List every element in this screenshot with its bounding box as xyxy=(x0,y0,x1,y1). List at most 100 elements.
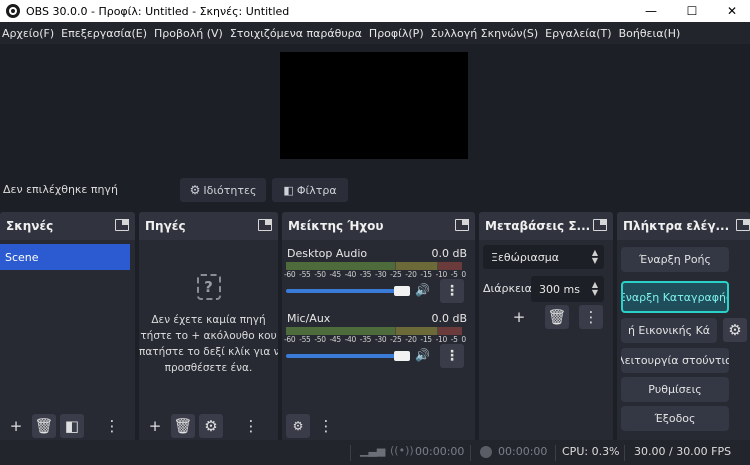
scene-menu-button[interactable]: ⋮ xyxy=(100,414,124,438)
empty-line-2: τήστε το + ακόλουθο κου xyxy=(140,330,277,342)
transition-menu-button[interactable]: ⋮ xyxy=(579,305,603,329)
tick: -10 xyxy=(435,270,448,279)
mixer-menu-button[interactable]: ⋮ xyxy=(314,414,338,438)
menu-view[interactable]: Προβολή (V) xyxy=(152,27,228,40)
transition-type: Ξεθώριασμα xyxy=(491,250,560,264)
menu-bar: Αρχείο(F) Επεξεργασία(E) Προβολή (V) Στο… xyxy=(0,22,750,44)
obs-logo-icon xyxy=(6,4,20,18)
volume-slider[interactable] xyxy=(286,354,406,358)
preview-canvas[interactable] xyxy=(280,52,468,159)
maximize-button[interactable]: ☐ xyxy=(672,0,712,22)
trash-icon: 🗑 xyxy=(173,417,193,435)
gear-icon: ⚙ xyxy=(728,321,742,339)
gear-icon: ⚙ xyxy=(189,183,201,197)
start-streaming-button[interactable]: Έναρξη Ροής xyxy=(621,247,729,272)
tick: -55 xyxy=(299,270,311,279)
properties-button[interactable]: ⚙ Ιδιότητες xyxy=(180,178,266,202)
empty-line-4: προσθέσετε ένα. xyxy=(164,362,253,374)
minimize-button[interactable]: — xyxy=(631,0,671,22)
menu-docks[interactable]: Στοιχιζόμενα παράθυρα xyxy=(228,27,367,40)
window-title: OBS 30.0.0 - Προφίλ: Untitled - Σκηνές: … xyxy=(26,4,290,18)
start-recording-button[interactable]: Έναρξη Καταγραφής xyxy=(621,281,729,313)
studio-mode-button[interactable]: λειτουργία στούντιο xyxy=(621,348,729,373)
separator xyxy=(555,445,556,461)
exit-button[interactable]: Έξοδος xyxy=(621,406,729,431)
separator xyxy=(350,445,351,461)
channel-db: 0.0 dB xyxy=(431,247,467,260)
tick: -5 xyxy=(450,270,458,279)
advanced-audio-button[interactable]: ⚙ xyxy=(286,414,310,438)
tick: -5 xyxy=(450,335,458,344)
channel-db: 0.0 dB xyxy=(431,312,467,325)
filters-label: Φίλτρα xyxy=(296,183,337,197)
volume-slider-handle[interactable] xyxy=(394,351,410,361)
audio-mixer-dock: Μείκτης Ήχου Desktop Audio 0.0 dB -60 -55… xyxy=(282,212,475,442)
menu-tools[interactable]: Εργαλεία(T) xyxy=(543,27,616,40)
scenes-toolbar: + 🗑 ◧ ⋮ xyxy=(0,410,135,442)
channel-name: Mic/Aux xyxy=(287,312,331,325)
remove-scene-button[interactable]: 🗑 xyxy=(32,414,56,438)
gear-icon: ⚙ xyxy=(204,417,218,435)
tick: -45 xyxy=(329,335,341,344)
tick: -50 xyxy=(314,335,326,344)
undock-icon[interactable] xyxy=(736,219,750,231)
sources-toolbar: + 🗑 ⚙ ⋮ xyxy=(139,410,278,442)
speaker-icon[interactable]: 🔊 xyxy=(415,348,430,362)
speaker-icon[interactable]: 🔊 xyxy=(415,283,430,297)
tick: -30 xyxy=(374,335,387,344)
tick: -50 xyxy=(314,270,326,279)
volume-slider-handle[interactable] xyxy=(394,286,410,296)
tick: -60 xyxy=(284,270,296,279)
filter-icon: ◧ xyxy=(64,417,80,435)
volume-slider[interactable] xyxy=(286,289,406,293)
tick: -35 xyxy=(359,270,372,279)
tick: 0 xyxy=(461,270,466,279)
transitions-dock: Μεταβάσεις Σ... Ξεθώριασμα ▲ ▼ Διάρκεια 3… xyxy=(479,212,613,442)
status-bar: ▁▃▅ ((•)) 00:00:00 00:00:00 CPU: 0.3% 30… xyxy=(0,440,750,465)
channel-menu-button[interactable]: ⋮ xyxy=(440,344,464,368)
filters-button[interactable]: ◧ Φίλτρα xyxy=(272,178,348,202)
add-scene-button[interactable]: + xyxy=(4,414,28,438)
start-virtual-camera-button[interactable]: ή Εικονικής Κά xyxy=(621,318,717,343)
menu-edit[interactable]: Επεξεργασία(E) xyxy=(59,27,152,40)
filter-icon: ◧ xyxy=(283,183,294,197)
menu-profile[interactable]: Προφίλ(P) xyxy=(367,27,429,40)
undock-icon[interactable] xyxy=(115,219,129,231)
tick: -20 xyxy=(405,270,417,279)
scene-filters-button[interactable]: ◧ xyxy=(60,414,84,438)
undock-icon[interactable] xyxy=(593,219,607,231)
add-source-button[interactable]: + xyxy=(143,414,167,438)
source-menu-button[interactable]: ⋮ xyxy=(239,414,263,438)
no-source-label: Δεν επιλέχθηκε πηγή xyxy=(3,183,118,196)
add-transition-button[interactable]: + xyxy=(507,305,531,329)
mixer-toolbar: ⚙ ⋮ xyxy=(282,410,475,442)
menu-scene-collection[interactable]: Συλλογή Σκηνών(S) xyxy=(429,27,544,40)
scene-item[interactable]: Scene xyxy=(0,244,130,270)
question-icon: ? xyxy=(196,274,221,300)
cpu-usage: CPU: 0.3% xyxy=(562,445,620,458)
fps-readout: 30.00 / 30.00 FPS xyxy=(634,445,732,458)
transition-select[interactable]: Ξεθώριασμα ▲ ▼ xyxy=(483,245,604,269)
channel-menu-button[interactable]: ⋮ xyxy=(440,279,464,303)
menu-help[interactable]: Βοήθεια(H) xyxy=(617,27,686,40)
sources-empty-state: ? Δεν έχετε καμία πηγή τήστε το + ακόλου… xyxy=(139,274,278,376)
remove-source-button[interactable]: 🗑 xyxy=(171,414,195,438)
title-bar: OBS 30.0.0 - Προφίλ: Untitled - Σκηνές: … xyxy=(0,0,750,22)
empty-line-3: πατήστε το δεξί κλίκ για ν xyxy=(139,346,278,358)
remove-transition-button[interactable]: 🗑 xyxy=(545,305,569,329)
undock-icon[interactable] xyxy=(455,219,469,231)
meter-ticks: -60 -55 -50 -45 -40 -35 -30 -25 -20 -15 -10 -5 0 xyxy=(284,335,466,344)
duration-spinbox[interactable]: 300 ms ▲ ▼ xyxy=(531,276,604,302)
controls-title: Πλήκτρα ελέγ... xyxy=(617,212,750,240)
stream-time: 00:00:00 xyxy=(415,445,465,458)
source-properties-button[interactable]: ⚙ xyxy=(199,414,223,438)
menu-file[interactable]: Αρχείο(F) xyxy=(0,27,59,40)
tick: -55 xyxy=(299,335,311,344)
virtual-camera-settings-button[interactable]: ⚙ xyxy=(723,318,747,342)
empty-line-1: Δεν έχετε καμία πηγή xyxy=(151,314,266,326)
close-button[interactable]: ✕ xyxy=(712,0,750,22)
settings-button[interactable]: Ρυθμίσεις xyxy=(621,377,729,402)
duration-value: 300 ms xyxy=(539,282,580,296)
gears-icon: ⚙ xyxy=(292,419,304,433)
undock-icon[interactable] xyxy=(258,219,272,231)
